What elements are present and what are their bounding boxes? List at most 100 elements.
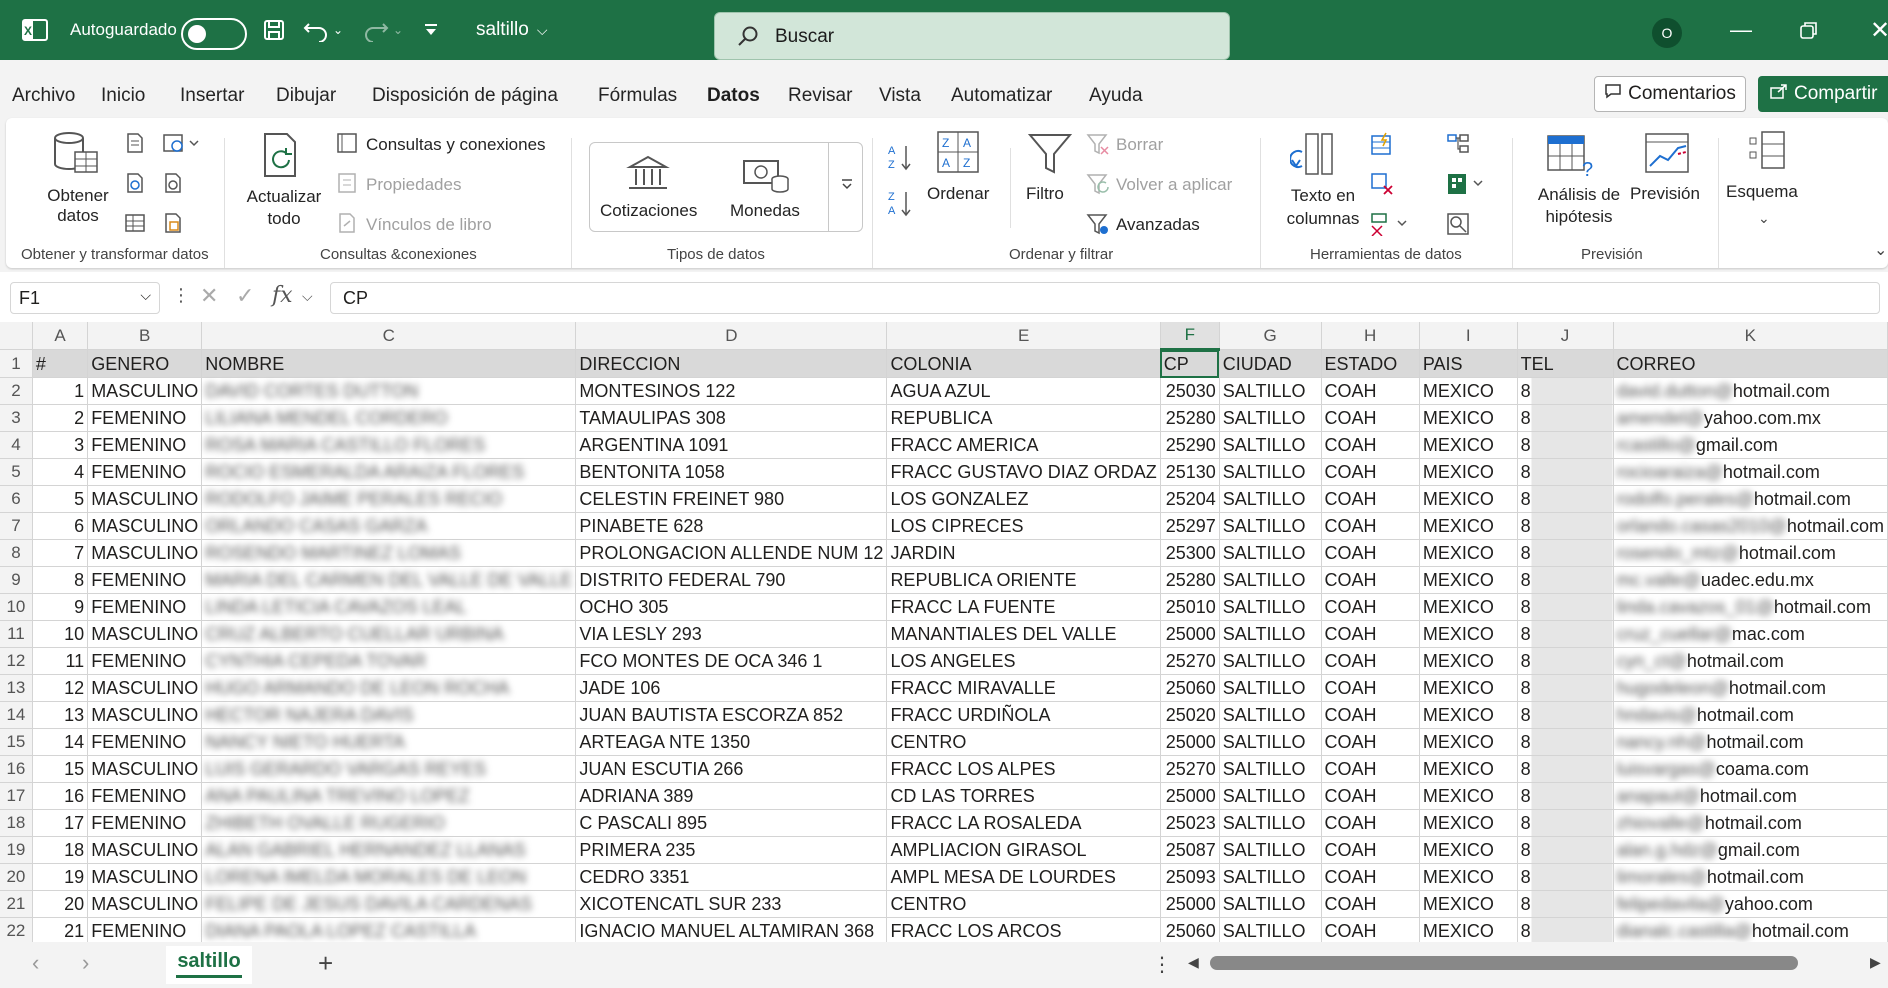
cell[interactable]: 9: [32, 593, 89, 621]
cell[interactable]: 25280: [1160, 404, 1220, 432]
row-header[interactable]: 8: [0, 539, 33, 567]
row-header[interactable]: 14: [0, 701, 33, 729]
cell[interactable]: FRACC LOS ARCOS: [886, 917, 1161, 942]
cell[interactable]: COAH: [1321, 485, 1420, 513]
cell[interactable]: COAH: [1321, 539, 1420, 567]
cell[interactable]: AMPLIACION GIRASOL: [886, 836, 1161, 864]
header-cell[interactable]: DIRECCION: [575, 349, 888, 378]
cell[interactable]: 8: [1517, 404, 1614, 432]
cell[interactable]: MEXICO: [1419, 647, 1518, 675]
cell[interactable]: FRACC GUSTAVO DIAZ ORDAZ: [886, 458, 1161, 486]
cell[interactable]: 8: [1517, 890, 1614, 918]
undo-icon[interactable]: ⌄: [303, 0, 343, 60]
cell[interactable]: ARGENTINA 1091: [575, 431, 888, 459]
cell[interactable]: hugodeleon@hotmail.com: [1613, 674, 1888, 702]
sort-az-icon[interactable]: AZ: [886, 142, 916, 177]
cell[interactable]: REPUBLICA: [886, 404, 1161, 432]
column-header-a[interactable]: A: [32, 322, 89, 350]
row-header[interactable]: 21: [0, 890, 33, 918]
cell[interactable]: 8: [1517, 566, 1614, 594]
cell[interactable]: COAH: [1321, 593, 1420, 621]
cell[interactable]: FEMENINO: [87, 647, 203, 675]
cell[interactable]: PINABETE 628: [575, 512, 888, 540]
cell[interactable]: 2: [32, 404, 89, 432]
cell[interactable]: MEXICO: [1419, 404, 1518, 432]
cell[interactable]: MASCULINO: [87, 890, 203, 918]
cell[interactable]: FCO MONTES DE OCA 346 1: [575, 647, 888, 675]
cell[interactable]: amendel@yahoo.com.mx: [1613, 404, 1888, 432]
analisis-hipotesis-button[interactable]: Análisis de hipótesis: [1524, 184, 1634, 228]
tab-inicio[interactable]: Inicio: [101, 85, 145, 107]
monedas-button[interactable]: Monedas: [730, 201, 800, 221]
cell[interactable]: 8: [1517, 809, 1614, 837]
tab-disposicion[interactable]: Disposición de página: [372, 85, 558, 107]
consolidate-icon[interactable]: [1446, 132, 1470, 161]
cell[interactable]: JADE 106: [575, 674, 888, 702]
cell[interactable]: MEXICO: [1419, 782, 1518, 810]
header-cell[interactable]: NOMBRE: [201, 349, 577, 378]
cell[interactable]: COAH: [1321, 917, 1420, 942]
cell[interactable]: 25030: [1160, 377, 1220, 405]
cell[interactable]: COAH: [1321, 809, 1420, 837]
cell[interactable]: MONTESINOS 122: [575, 377, 888, 405]
cell[interactable]: 8: [1517, 377, 1614, 405]
cell[interactable]: LUIS GERARDO VARGAS REYES: [201, 755, 577, 783]
cell[interactable]: MASCULINO: [87, 539, 203, 567]
cell[interactable]: 19: [32, 863, 89, 891]
cell[interactable]: COAH: [1321, 647, 1420, 675]
cell[interactable]: ROSA MARIA CASTILLO FLORES: [201, 431, 577, 459]
column-header-g[interactable]: G: [1219, 322, 1322, 350]
cell[interactable]: 21: [32, 917, 89, 942]
cell[interactable]: FRACC LA ROSALEDA: [886, 809, 1161, 837]
cell[interactable]: 8: [1517, 620, 1614, 648]
sheet-tab-saltillo[interactable]: saltillo: [166, 946, 252, 984]
collapse-ribbon-icon[interactable]: ⌄: [1874, 240, 1887, 260]
cell[interactable]: MEXICO: [1419, 485, 1518, 513]
cell[interactable]: FRACC AMERICA: [886, 431, 1161, 459]
esquema-button[interactable]: Esquema: [1726, 182, 1798, 202]
cell[interactable]: 25280: [1160, 566, 1220, 594]
chevron-down-icon[interactable]: ⌄: [1758, 210, 1770, 227]
insert-function-icon[interactable]: fx: [272, 283, 293, 308]
cell[interactable]: ADRIANA 389: [575, 782, 888, 810]
cell[interactable]: SALTILLO: [1219, 377, 1322, 405]
worksheet-grid[interactable]: ABCDEFGHIJK 1 # GENERO NOMBRE DIRECCION COLON…: [0, 322, 1888, 942]
column-header-e[interactable]: E: [886, 322, 1161, 350]
cell[interactable]: SALTILLO: [1219, 512, 1322, 540]
cell[interactable]: SALTILLO: [1219, 404, 1322, 432]
cell[interactable]: 25020: [1160, 701, 1220, 729]
cell[interactable]: FEMENINO: [87, 809, 203, 837]
cell[interactable]: ORLANDO CASAS GARZA: [201, 512, 577, 540]
cell[interactable]: COAH: [1321, 620, 1420, 648]
gallery-expand-icon[interactable]: [840, 177, 854, 196]
cell[interactable]: FEMENINO: [87, 458, 203, 486]
cell[interactable]: FRACC LA FUENTE: [886, 593, 1161, 621]
cell[interactable]: FEMENINO: [87, 566, 203, 594]
row-header[interactable]: 22: [0, 917, 33, 942]
cell[interactable]: 8: [32, 566, 89, 594]
row-header[interactable]: 2: [0, 377, 33, 405]
minimize-icon[interactable]: —: [1730, 0, 1752, 60]
cell[interactable]: 14: [32, 728, 89, 756]
tab-vista[interactable]: Vista: [879, 85, 921, 107]
cell[interactable]: MASCULINO: [87, 674, 203, 702]
cell[interactable]: COAH: [1321, 863, 1420, 891]
cell[interactable]: 10: [32, 620, 89, 648]
cell[interactable]: SALTILLO: [1219, 593, 1322, 621]
autosave-toggle[interactable]: [181, 18, 247, 50]
cell[interactable]: REPUBLICA ORIENTE: [886, 566, 1161, 594]
column-header-d[interactable]: D: [575, 322, 888, 350]
cell[interactable]: 13: [32, 701, 89, 729]
cell[interactable]: MEXICO: [1419, 755, 1518, 783]
cell[interactable]: 3: [32, 431, 89, 459]
cell[interactable]: HUGO ARMANDO DE LEON ROCHA: [201, 674, 577, 702]
cell[interactable]: CD LAS TORRES: [886, 782, 1161, 810]
cell[interactable]: 25300: [1160, 539, 1220, 567]
more-options-icon[interactable]: ⋮: [172, 285, 190, 306]
cell[interactable]: SALTILLO: [1219, 755, 1322, 783]
cell[interactable]: FEMENINO: [87, 404, 203, 432]
cell[interactable]: MASCULINO: [87, 377, 203, 405]
header-cell[interactable]: ESTADO: [1321, 349, 1420, 378]
cell[interactable]: ALAN GABRIEL HERNANDEZ LLANAS: [201, 836, 577, 864]
cell[interactable]: MEXICO: [1419, 566, 1518, 594]
